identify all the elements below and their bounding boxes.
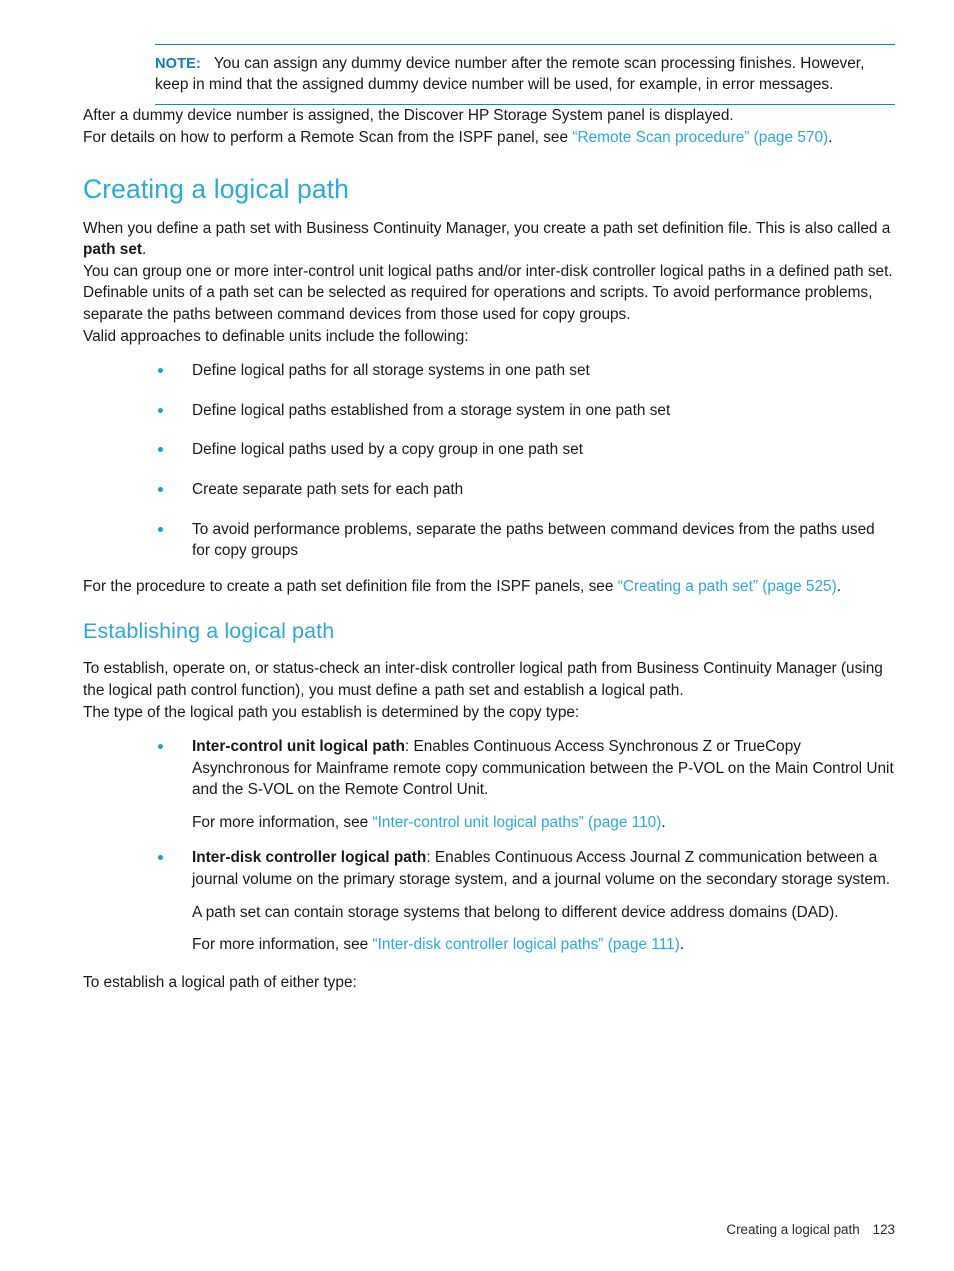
bullet-icon bbox=[158, 407, 163, 413]
creating-paragraph-5: For the procedure to create a path set d… bbox=[83, 576, 895, 598]
logical-path-types-list: Inter-control unit logical path: Enables… bbox=[155, 736, 895, 956]
list-item-text: Create separate path sets for each path bbox=[192, 480, 464, 498]
term-path-set: path set bbox=[83, 241, 143, 259]
establishing-paragraph-2: The type of the logical path you establi… bbox=[83, 703, 580, 721]
intro-paragraph-2: For details on how to perform a Remote S… bbox=[83, 127, 895, 149]
list-item-text: Define logical paths for all storage sys… bbox=[192, 362, 590, 380]
subparagraph-prefix: A path set can contain storage systems t… bbox=[192, 903, 839, 921]
subparagraph-suffix: . bbox=[679, 936, 685, 954]
list-item-subparagraph: For more information, see “Inter-control… bbox=[192, 812, 895, 834]
subparagraph-prefix: For more information, see bbox=[192, 936, 373, 954]
link-inter-disk-controller-logical-paths[interactable]: “Inter-disk controller logical paths” (p… bbox=[372, 936, 679, 953]
list-item: Define logical paths used by a copy grou… bbox=[155, 439, 895, 461]
subparagraph-prefix: For more information, see bbox=[192, 813, 373, 831]
link-inter-control-unit-logical-paths[interactable]: “Inter-control unit logical paths” (page… bbox=[372, 814, 661, 831]
link-creating-a-path-set[interactable]: “Creating a path set” (page 525) bbox=[618, 578, 837, 595]
heading-establishing-a-logical-path: Establishing a logical path bbox=[83, 619, 335, 644]
creating-paragraph-5-suffix: . bbox=[836, 577, 842, 595]
list-item-subparagraph: For more information, see “Inter-disk co… bbox=[192, 934, 895, 956]
list-item: Inter-control unit logical path: Enables… bbox=[155, 736, 895, 833]
note-text: You can assign any dummy device number a… bbox=[155, 55, 865, 94]
creating-paragraph-1-a: When you define a path set with Business… bbox=[83, 219, 891, 237]
footer-section-title: Creating a logical path bbox=[726, 1222, 860, 1237]
intro-paragraph-2-suffix: . bbox=[828, 129, 833, 146]
list-item: Create separate path sets for each path bbox=[155, 479, 895, 501]
intro-paragraph-1: After a dummy device number is assigned,… bbox=[83, 107, 734, 125]
list-item: Define logical paths established from a … bbox=[155, 400, 895, 422]
list-item-text: Define logical paths established from a … bbox=[192, 401, 671, 419]
list-item-term: Inter-control unit logical path bbox=[192, 738, 405, 756]
page-content: NOTE: You can assign any dummy device num… bbox=[83, 44, 895, 993]
footer-page-number: 123 bbox=[872, 1222, 895, 1237]
creating-paragraph-4: Valid approaches to definable units incl… bbox=[83, 327, 469, 345]
heading-creating-a-logical-path: Creating a logical path bbox=[83, 173, 349, 204]
creating-paragraph-5-prefix: For the procedure to create a path set d… bbox=[83, 577, 618, 595]
list-item-text: Define logical paths used by a copy grou… bbox=[192, 441, 584, 459]
bullet-icon bbox=[158, 855, 163, 861]
list-item-subparagraph: A path set can contain storage systems t… bbox=[192, 902, 895, 924]
creating-paragraph-3: Definable units of a path set can be sel… bbox=[83, 284, 873, 323]
document-page: NOTE: You can assign any dummy device num… bbox=[0, 0, 954, 1271]
creating-paragraph-2: You can group one or more inter-control … bbox=[83, 262, 893, 280]
note-admonition: NOTE: You can assign any dummy device num… bbox=[155, 44, 895, 106]
intro-paragraph-2-prefix: For details on how to perform a Remote S… bbox=[83, 129, 573, 146]
list-item-term: Inter-disk controller logical path bbox=[192, 849, 427, 867]
list-item: Inter-disk controller logical path: Enab… bbox=[155, 847, 895, 955]
bullet-icon bbox=[158, 368, 163, 374]
note-label: NOTE: bbox=[155, 56, 201, 72]
bullet-icon bbox=[158, 744, 163, 750]
establishing-closing-paragraph: To establish a logical path of either ty… bbox=[83, 973, 357, 991]
bullet-icon bbox=[158, 526, 163, 532]
list-item: To avoid performance problems, separate … bbox=[155, 519, 895, 562]
bullet-icon bbox=[158, 486, 163, 492]
creating-paragraph-1: When you define a path set with Business… bbox=[83, 218, 895, 261]
creating-paragraph-1-b: . bbox=[142, 241, 147, 259]
definable-units-list: Define logical paths for all storage sys… bbox=[155, 360, 895, 562]
subparagraph-suffix: . bbox=[661, 813, 666, 831]
list-item-text: To avoid performance problems, separate … bbox=[192, 520, 875, 560]
bullet-icon bbox=[158, 447, 163, 453]
page-footer: Creating a logical path 123 bbox=[726, 1222, 895, 1237]
link-remote-scan-procedure[interactable]: “Remote Scan procedure” (page 570) bbox=[572, 129, 828, 146]
list-item: Define logical paths for all storage sys… bbox=[155, 360, 895, 382]
establishing-paragraph-1: To establish, operate on, or status-chec… bbox=[83, 660, 883, 699]
